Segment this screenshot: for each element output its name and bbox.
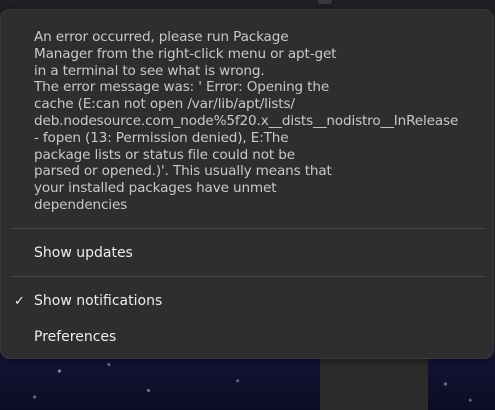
menu-separator bbox=[12, 228, 485, 229]
show-notifications-label: Show notifications bbox=[34, 293, 163, 309]
menu-separator bbox=[12, 276, 485, 277]
update-notifier-menu: An error occurred, please run Package Ma… bbox=[0, 9, 494, 359]
background-window bbox=[320, 355, 428, 410]
preferences-menu-item[interactable]: Preferences bbox=[2, 320, 492, 354]
error-message-text: An error occurred, please run Package Ma… bbox=[34, 29, 459, 213]
show-updates-menu-item[interactable]: Show updates bbox=[2, 236, 492, 270]
show-notifications-menu-item[interactable]: ✓ Show notifications bbox=[2, 284, 492, 318]
top-bar-indicator bbox=[318, 0, 332, 4]
preferences-label: Preferences bbox=[34, 329, 117, 345]
show-updates-label: Show updates bbox=[34, 245, 133, 261]
checkmark-icon: ✓ bbox=[14, 293, 25, 309]
